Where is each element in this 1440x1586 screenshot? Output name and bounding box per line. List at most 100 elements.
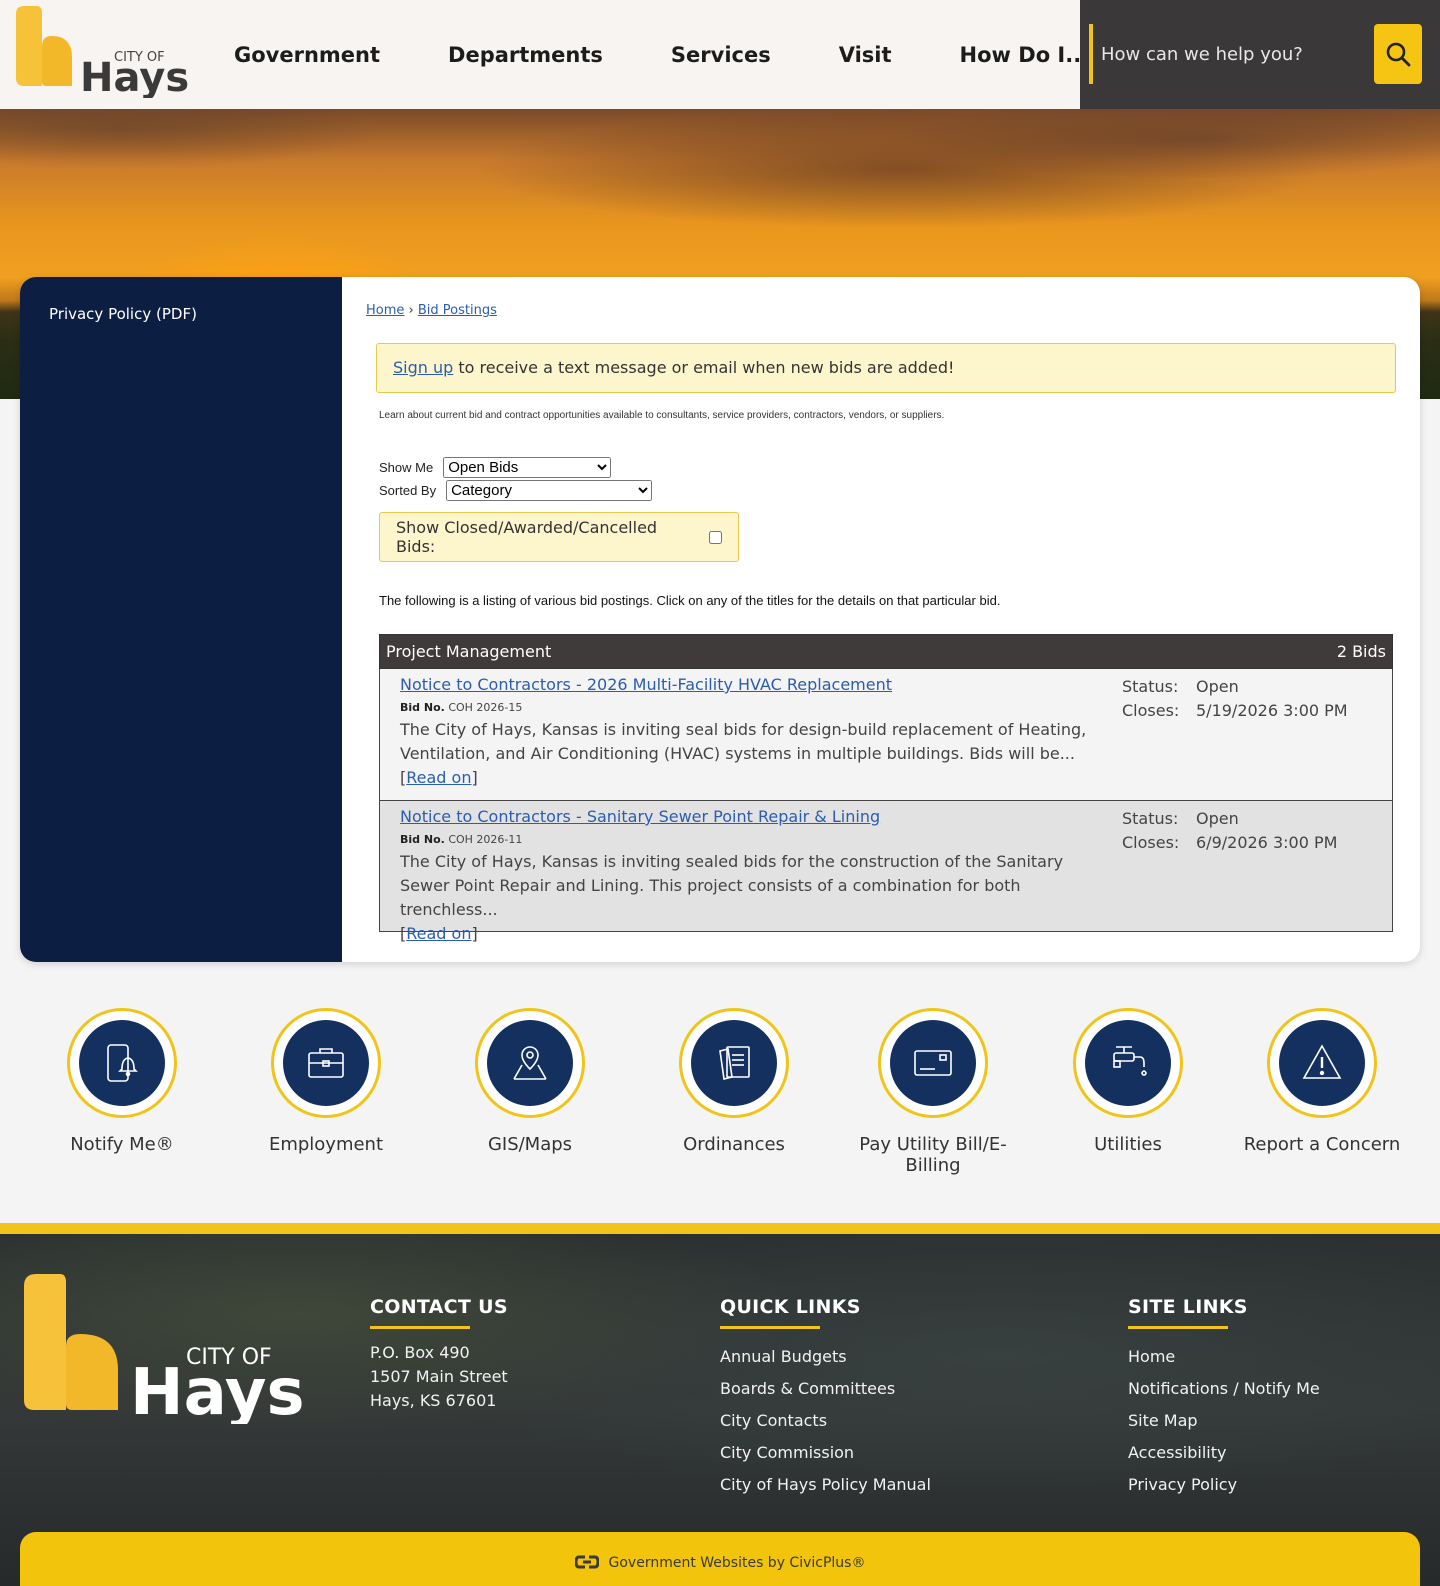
footer-link-accessibility[interactable]: Accessibility — [1128, 1437, 1320, 1469]
bid-no-value: COH 2026-15 — [448, 701, 523, 714]
site-header: CITY OF Hays Government Departments Serv… — [0, 0, 1440, 109]
nav-government[interactable]: Government — [234, 43, 380, 67]
bid-meta: Status: Open Closes: 5/19/2026 3:00 PM — [1122, 675, 1348, 723]
logo-name: Hays — [80, 55, 189, 98]
status-label: Status: — [1122, 677, 1179, 696]
read-on-link[interactable]: Read on — [406, 924, 471, 943]
footer-link-city-commission[interactable]: City Commission — [720, 1437, 931, 1469]
quick-link-ring — [1073, 1008, 1183, 1118]
footer-quick-links: QUICK LINKS Annual Budgets Boards & Comm… — [720, 1296, 931, 1501]
footer-link-boards-committees[interactable]: Boards & Committees — [720, 1373, 931, 1405]
footer-city-logo[interactable]: CITY OF Hays — [24, 1274, 309, 1424]
nav-how-do-i[interactable]: How Do I... — [960, 43, 1090, 67]
status-value: Open — [1196, 809, 1239, 828]
search-input[interactable] — [1101, 24, 1363, 84]
quick-link-ring — [878, 1008, 988, 1118]
quick-link-label: Utilities — [1094, 1134, 1162, 1155]
closes-label: Closes: — [1122, 701, 1180, 720]
bid-description: The City of Hays, Kansas is inviting sea… — [400, 852, 1064, 943]
sidebar-item-privacy-policy[interactable]: Privacy Policy (PDF) — [49, 305, 197, 323]
footer-quick-heading: QUICK LINKS — [720, 1296, 861, 1318]
nav-departments[interactable]: Departments — [448, 43, 603, 67]
quick-link-gis-maps[interactable]: GIS/Maps — [440, 1008, 620, 1155]
quick-link-ring — [679, 1008, 789, 1118]
breadcrumb-bid-postings[interactable]: Bid Postings — [418, 303, 497, 318]
footer-contact: CONTACT US P.O. Box 490 1507 Main Street… — [370, 1296, 508, 1413]
signup-alert: Sign up to receive a text message or ema… — [376, 343, 1396, 393]
quick-link-pay-utility-bill[interactable]: Pay Utility Bill/E-Billing — [843, 1008, 1023, 1176]
footer-link-annual-budgets[interactable]: Annual Budgets — [720, 1341, 931, 1373]
show-me-label: Show Me — [379, 460, 434, 475]
map-pin-icon — [513, 1046, 547, 1080]
civicplus-link[interactable]: Government Websites by CivicPlus® — [609, 1555, 866, 1586]
main-content: Home › Bid Postings Sign up to receive a… — [342, 277, 1420, 962]
intro-text: Learn about current bid and contract opp… — [379, 410, 945, 421]
quick-link-ring — [475, 1008, 585, 1118]
signup-text: to receive a text message or email when … — [453, 358, 955, 377]
footer-heading-underline — [720, 1326, 820, 1329]
quick-link-label: Employment — [268, 1134, 384, 1155]
status-value: Open — [1196, 677, 1239, 696]
civicplus-logo-icon — [573, 1555, 600, 1586]
footer-link-city-contacts[interactable]: City Contacts — [720, 1405, 931, 1437]
sorted-by-select[interactable]: Category — [446, 480, 653, 501]
closes-label: Closes: — [1122, 833, 1180, 852]
quick-link-label: Notify Me® — [70, 1134, 174, 1155]
footer-contact-heading: CONTACT US — [370, 1296, 508, 1318]
main-card: Privacy Policy (PDF) Home › Bid Postings… — [20, 277, 1420, 962]
quick-link-disc — [283, 1020, 369, 1106]
listing-note: The following is a listing of various bi… — [379, 593, 1001, 608]
quick-link-employment[interactable]: Employment — [236, 1008, 416, 1155]
footer-link-home[interactable]: Home — [1128, 1341, 1320, 1373]
read-on-link[interactable]: Read on — [406, 768, 471, 787]
footer-heading-underline — [1128, 1326, 1228, 1329]
quick-link-report-concern[interactable]: Report a Concern — [1232, 1008, 1412, 1155]
quick-link-ring — [67, 1008, 177, 1118]
footer-link-policy-manual[interactable]: City of Hays Policy Manual — [720, 1469, 931, 1501]
quick-links-icons: Notify Me® Employment GIS/Maps Ordinance… — [0, 1000, 1440, 1220]
quick-link-notify-me[interactable]: Notify Me® — [32, 1008, 212, 1155]
show-closed-label: Show Closed/Awarded/Cancelled Bids: — [396, 518, 658, 556]
hero-clouds — [0, 109, 1440, 239]
footer-address-line: P.O. Box 490 — [370, 1343, 470, 1362]
bid-no-label: Bid No. — [400, 701, 445, 714]
search-button[interactable] — [1374, 24, 1422, 84]
warning-icon — [1302, 1044, 1342, 1079]
breadcrumb-home[interactable]: Home — [366, 303, 404, 318]
quick-link-utilities[interactable]: Utilities — [1038, 1008, 1218, 1155]
footer-address-line: 1507 Main Street — [370, 1367, 508, 1386]
quick-link-disc — [1279, 1020, 1365, 1106]
show-me-select[interactable]: Open Bids — [443, 457, 612, 478]
signup-link[interactable]: Sign up — [393, 358, 453, 377]
bell-phone-icon — [107, 1044, 138, 1082]
bid-no-label: Bid No. — [400, 833, 445, 846]
closes-value: 6/9/2026 3:00 PM — [1196, 833, 1338, 852]
nav-services[interactable]: Services — [671, 43, 771, 67]
quick-link-ordinances[interactable]: Ordinances — [644, 1008, 824, 1155]
quick-link-disc — [890, 1020, 976, 1106]
bid-no-value: COH 2026-11 — [448, 833, 523, 846]
quick-link-disc — [1085, 1020, 1171, 1106]
bid-meta: Status: Open Closes: 6/9/2026 3:00 PM — [1122, 807, 1337, 855]
quick-link-label: GIS/Maps — [487, 1134, 573, 1155]
footer-logo-name: Hays — [130, 1356, 305, 1424]
footer-link-site-map[interactable]: Site Map — [1128, 1405, 1320, 1437]
show-closed-checkbox[interactable] — [709, 530, 722, 544]
bid-table: Project Management 2 Bids Notice to Cont… — [379, 634, 1393, 943]
breadcrumb: Home › Bid Postings — [366, 303, 497, 318]
quick-link-label: Ordinances — [683, 1134, 785, 1155]
quick-link-ring — [1267, 1008, 1377, 1118]
sorted-by-row: Sorted By Category — [379, 480, 653, 501]
quick-link-disc — [487, 1020, 573, 1106]
status-label: Status: — [1122, 809, 1179, 828]
briefcase-icon — [308, 1048, 344, 1078]
quick-link-disc — [79, 1020, 165, 1106]
footer-link-privacy-policy[interactable]: Privacy Policy — [1128, 1469, 1320, 1501]
footer-link-notifications[interactable]: Notifications / Notify Me — [1128, 1373, 1320, 1405]
nav-visit[interactable]: Visit — [839, 43, 892, 67]
footer-site-links: SITE LINKS Home Notifications / Notify M… — [1128, 1296, 1320, 1501]
table-row: Notice to Contractors - Sanitary Sewer P… — [379, 801, 1393, 943]
city-logo[interactable]: CITY OF Hays — [16, 6, 191, 98]
breadcrumb-separator: › — [408, 303, 414, 318]
documents-icon — [719, 1046, 750, 1080]
